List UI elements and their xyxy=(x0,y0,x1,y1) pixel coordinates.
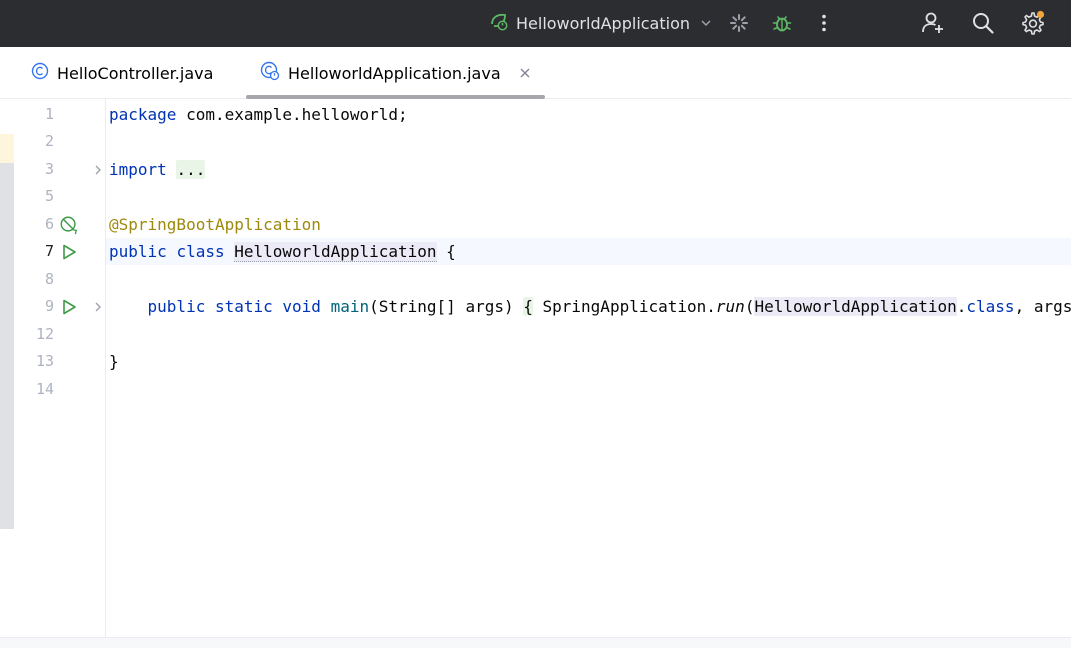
keyword: public xyxy=(109,242,167,261)
line-number-gutter: 1 2 3 5 6 7 8 9 12 13 14 xyxy=(14,99,106,637)
more-actions-icon[interactable] xyxy=(809,8,839,38)
method-call: run xyxy=(715,297,745,316)
keyword: static xyxy=(214,297,273,316)
code-text: SpringApplication. xyxy=(532,297,716,316)
code-editor[interactable]: package com.example.helloworld; import .… xyxy=(106,99,1071,637)
code-line-7-current: public class HelloworldApplication { xyxy=(106,238,1071,265)
search-icon[interactable] xyxy=(968,8,998,38)
code-text: com.example.helloworld; xyxy=(176,105,408,124)
line-number: 5 xyxy=(44,187,54,205)
run-configuration-label: HelloworldApplication xyxy=(516,13,691,33)
annotation: @SpringBootApplication xyxy=(109,215,321,234)
keyword: public xyxy=(147,297,206,316)
code-text: { xyxy=(436,242,456,261)
code-line-9: public static void main(String[] args) {… xyxy=(106,293,1071,320)
line-number: 8 xyxy=(44,270,54,288)
spring-boot-run-icon xyxy=(488,10,510,36)
folded-imports[interactable]: ... xyxy=(176,160,206,179)
class-icon xyxy=(31,62,49,84)
code-line-13: } xyxy=(106,348,1071,375)
run-main-icon[interactable] xyxy=(59,293,79,320)
code-text: (String[] args) xyxy=(369,297,524,316)
run-class-icon[interactable] xyxy=(59,238,79,265)
keyword: class xyxy=(176,242,225,261)
fold-expand-chevron-icon[interactable] xyxy=(88,156,108,183)
class-name: HelloworldApplication xyxy=(234,242,437,262)
spring-bean-gutter-icon[interactable] xyxy=(59,211,79,238)
line-number: 1 xyxy=(44,105,54,123)
keyword: void xyxy=(282,297,321,316)
settings-gear-icon[interactable] xyxy=(1017,8,1047,38)
close-tab-icon[interactable] xyxy=(519,67,531,79)
code-text: ( xyxy=(744,297,755,316)
code-text: , args); } xyxy=(1014,297,1071,316)
line-number: 3 xyxy=(44,160,54,178)
loading-spinner-icon[interactable] xyxy=(724,8,754,38)
line-number: 9 xyxy=(44,297,54,315)
keyword: class xyxy=(966,297,1015,316)
line-number: 12 xyxy=(35,325,54,343)
tab-hello-controller[interactable]: HelloController.java xyxy=(31,47,213,99)
editor-tab-bar: HelloController.java HelloworldApplicati… xyxy=(0,47,1071,99)
editor-scroll-track[interactable] xyxy=(0,163,14,529)
tab-helloworld-application[interactable]: HelloworldApplication.java xyxy=(246,47,545,99)
code-text: } xyxy=(109,352,119,371)
run-configuration-selector[interactable]: HelloworldApplication xyxy=(488,8,712,38)
class-reference: HelloworldApplication xyxy=(754,297,957,316)
fold-expand-chevron-icon[interactable] xyxy=(88,293,108,320)
code-line-6: @SpringBootApplication xyxy=(106,211,1071,238)
editor-left-edge xyxy=(0,99,14,637)
folded-method-body[interactable]: { xyxy=(523,297,533,316)
spring-app-class-icon xyxy=(260,61,280,85)
tab-label: HelloworldApplication.java xyxy=(288,63,501,83)
main-toolbar: HelloworldApplication xyxy=(0,0,1071,47)
code-text: . xyxy=(956,297,967,316)
keyword: import xyxy=(109,160,167,179)
code-line-3: import ... xyxy=(106,156,1071,183)
code-line-1: package com.example.helloworld; xyxy=(106,101,1071,128)
line-number: 6 xyxy=(44,215,54,233)
keyword: package xyxy=(109,105,177,124)
status-bar-edge xyxy=(0,637,1071,648)
line-number: 2 xyxy=(44,132,54,150)
chevron-down-icon xyxy=(700,17,712,29)
line-number-active: 7 xyxy=(44,242,54,260)
changed-lines-marker xyxy=(0,134,14,163)
method-name: main xyxy=(330,297,370,316)
debug-bug-icon[interactable] xyxy=(767,8,797,38)
tab-label: HelloController.java xyxy=(57,63,214,83)
line-number: 14 xyxy=(35,380,54,398)
line-number: 13 xyxy=(35,352,54,370)
add-user-icon[interactable] xyxy=(918,8,948,38)
